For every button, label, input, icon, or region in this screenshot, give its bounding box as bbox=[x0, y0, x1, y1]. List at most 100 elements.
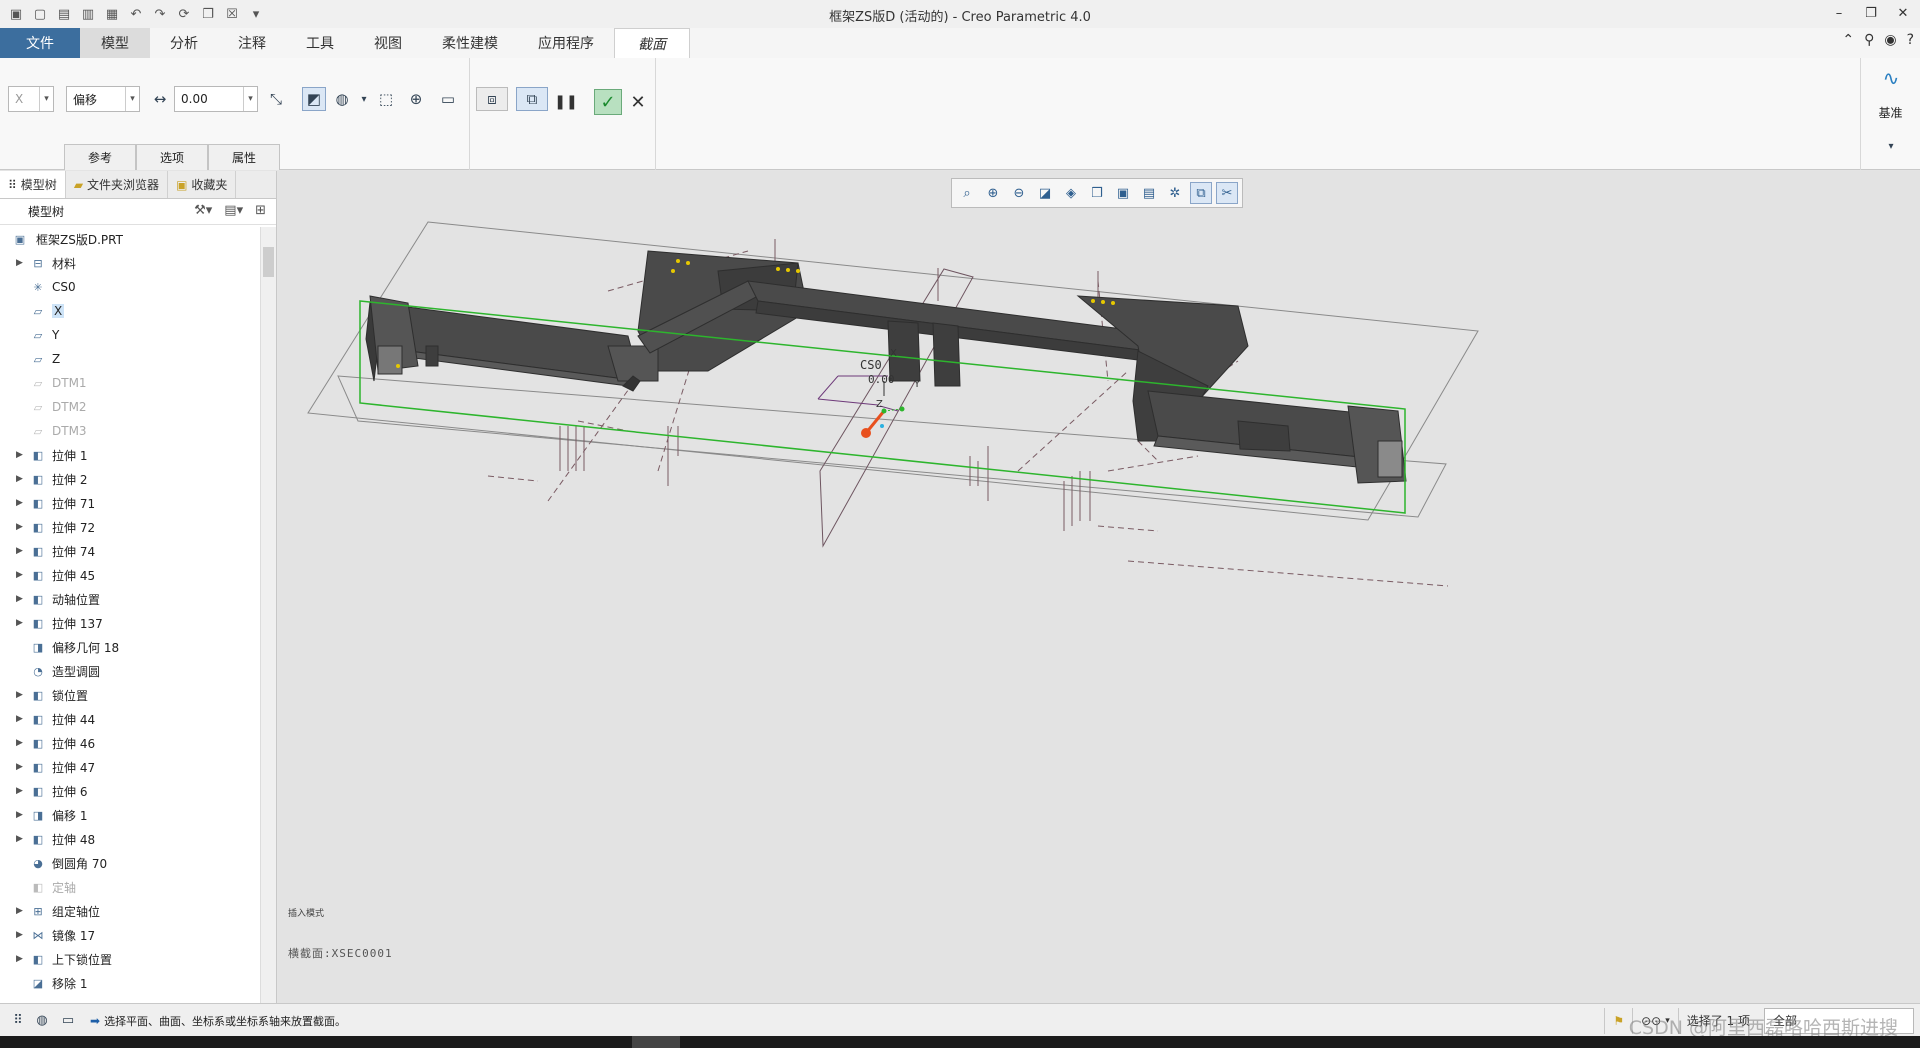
tree-item[interactable]: ◨ 偏移几何 18 bbox=[0, 635, 254, 659]
tree-item[interactable]: ▱ DTM3 bbox=[0, 419, 254, 443]
browser-toggle-icon[interactable]: ◍ bbox=[32, 1010, 52, 1030]
perspective-icon[interactable]: ▤ bbox=[1138, 182, 1160, 204]
expand-arrow-icon[interactable]: ▶ bbox=[16, 786, 26, 796]
scrollbar-thumb[interactable] bbox=[263, 247, 274, 277]
tree-item[interactable]: ◔ 造型调圆 bbox=[0, 659, 254, 683]
tree-item[interactable]: ▶ ◧ 拉伸 137 bbox=[0, 611, 254, 635]
zoom-out-icon[interactable]: ⊖ bbox=[1008, 182, 1030, 204]
tab-section[interactable]: 截面 bbox=[614, 28, 690, 58]
navigator-toggle-icon[interactable]: ⠿ bbox=[8, 1010, 28, 1030]
tab-model-tree[interactable]: ⠿ 模型树 bbox=[0, 171, 66, 198]
model-scene[interactable]: CS0 X Y Z 0.00 bbox=[278, 171, 1920, 1003]
tree-item[interactable]: ▱ Z bbox=[0, 347, 254, 371]
expand-arrow-icon[interactable]: ▶ bbox=[16, 546, 26, 556]
expand-arrow-icon[interactable]: ▶ bbox=[16, 834, 26, 844]
annotation-display-icon[interactable]: ⧉ bbox=[1190, 182, 1212, 204]
settings-icon[interactable]: ⚒▾ bbox=[194, 203, 212, 218]
zoom-in-icon[interactable]: ⊕ bbox=[982, 182, 1004, 204]
restore-icon[interactable]: ❐ bbox=[1862, 4, 1880, 22]
tree-item[interactable]: ▱ DTM1 bbox=[0, 371, 254, 395]
subtab-references[interactable]: 参考 bbox=[64, 144, 136, 170]
expand-arrow-icon[interactable]: ▶ bbox=[16, 906, 26, 916]
expand-arrow-icon[interactable]: ▶ bbox=[16, 714, 26, 724]
tree-item[interactable]: ▶ ◧ 拉伸 6 bbox=[0, 779, 254, 803]
tree-item[interactable]: ▶ ◧ 锁位置 bbox=[0, 683, 254, 707]
part-icon: ▣ bbox=[14, 232, 26, 246]
expand-arrow-icon[interactable]: ▶ bbox=[16, 522, 26, 532]
tree-item[interactable]: ▶ ◧ 拉伸 45 bbox=[0, 563, 254, 587]
show-icon[interactable]: ▤▾ bbox=[224, 203, 243, 218]
tree-item[interactable]: ▶ ◧ 拉伸 48 bbox=[0, 827, 254, 851]
help-icon[interactable]: ? bbox=[1907, 32, 1914, 48]
navigator-tabs: ⠿ 模型树 ▰ 文件夹浏览器 ▣ 收藏夹 bbox=[0, 171, 276, 199]
minimize-icon[interactable]: – bbox=[1830, 4, 1848, 22]
expand-arrow-icon[interactable]: ▶ bbox=[16, 474, 26, 484]
datum-curve-icon[interactable]: ∿ bbox=[1879, 66, 1903, 90]
fullscreen-icon[interactable]: ▭ bbox=[58, 1010, 78, 1030]
tree-item[interactable]: ▶ ◨ 偏移 1 bbox=[0, 803, 254, 827]
expand-arrow-icon[interactable]: ▶ bbox=[16, 570, 26, 580]
tab-applications[interactable]: 应用程序 bbox=[518, 28, 614, 58]
graphics-window[interactable]: CS0 X Y Z 0.00 ⌕ ⊕ ⊖ ◪ ◈ ❒ ▣ ▤ ✲ ⧉ ✂ 插入模… bbox=[278, 171, 1920, 1003]
tab-folder-browser[interactable]: ▰ 文件夹浏览器 bbox=[66, 171, 169, 198]
subtab-options[interactable]: 选项 bbox=[136, 144, 208, 170]
tab-analysis[interactable]: 分析 bbox=[150, 28, 218, 58]
tab-favorites[interactable]: ▣ 收藏夹 bbox=[168, 171, 237, 198]
subtab-properties[interactable]: 属性 bbox=[208, 144, 280, 170]
tab-tools[interactable]: 工具 bbox=[286, 28, 354, 58]
refit-icon[interactable]: ⌕ bbox=[956, 182, 978, 204]
tree-item[interactable]: ▶ ◧ 拉伸 44 bbox=[0, 707, 254, 731]
tree-item[interactable]: ▱ Y bbox=[0, 323, 254, 347]
tree-item[interactable]: ▱ X bbox=[0, 299, 254, 323]
tree-item[interactable]: ▱ DTM2 bbox=[0, 395, 254, 419]
expand-arrow-icon[interactable]: ▶ bbox=[16, 618, 26, 628]
view-manager-icon[interactable]: ▣ bbox=[1112, 182, 1134, 204]
expand-arrow-icon[interactable]: ▶ bbox=[16, 594, 26, 604]
datum-button-label[interactable]: 基准 bbox=[1861, 104, 1920, 121]
tab-flexible-modeling[interactable]: 柔性建模 bbox=[422, 28, 518, 58]
tree-item[interactable]: ▶ ◧ 上下锁位置 bbox=[0, 947, 254, 971]
tree-item[interactable]: ▶ ◧ 拉伸 46 bbox=[0, 731, 254, 755]
tree-item[interactable]: ▶ ◧ 动轴位置 bbox=[0, 587, 254, 611]
expand-arrow-icon[interactable]: ▶ bbox=[16, 498, 26, 508]
chevron-down-icon[interactable]: ▾ bbox=[1879, 134, 1903, 158]
tree-item[interactable]: ▶ ⊞ 组定轴位 bbox=[0, 899, 254, 923]
repaint-icon[interactable]: ◪ bbox=[1034, 182, 1056, 204]
community-icon[interactable]: ◉ bbox=[1884, 32, 1896, 48]
tree-scrollbar[interactable] bbox=[260, 227, 276, 1003]
datum-display-icon[interactable]: ✲ bbox=[1164, 182, 1186, 204]
tree-item[interactable]: ◧ 定轴 bbox=[0, 875, 254, 899]
collapse-ribbon-icon[interactable]: ⌃ bbox=[1842, 32, 1854, 48]
tree-item[interactable]: ▶ ◧ 拉伸 72 bbox=[0, 515, 254, 539]
tab-model[interactable]: 模型 bbox=[80, 28, 150, 58]
tab-annotate[interactable]: 注释 bbox=[218, 28, 286, 58]
filter-icon[interactable]: ⊞ bbox=[255, 203, 266, 218]
tree-item[interactable]: ▶ ⋈ 镜像 17 bbox=[0, 923, 254, 947]
tree-item[interactable]: ▶ ◧ 拉伸 74 bbox=[0, 539, 254, 563]
display-style-icon[interactable]: ◈ bbox=[1060, 182, 1082, 204]
expand-arrow-icon[interactable]: ▶ bbox=[16, 738, 26, 748]
tree-item[interactable]: ▣ 框架ZS版D.PRT bbox=[0, 227, 254, 251]
expand-arrow-icon[interactable]: ▶ bbox=[16, 762, 26, 772]
spin-center-icon[interactable]: ✂ bbox=[1216, 182, 1238, 204]
extrude-icon: ◧ bbox=[32, 760, 44, 774]
tab-file[interactable]: 文件 bbox=[0, 28, 80, 58]
expand-arrow-icon[interactable]: ▶ bbox=[16, 690, 26, 700]
tree-item[interactable]: ▶ ◧ 拉伸 1 bbox=[0, 443, 254, 467]
tree-item[interactable]: ▶ ⊟ 材料 bbox=[0, 251, 254, 275]
expand-arrow-icon[interactable]: ▶ bbox=[16, 450, 26, 460]
expand-arrow-icon[interactable]: ▶ bbox=[16, 954, 26, 964]
tree-item[interactable]: ✳ CS0 bbox=[0, 275, 254, 299]
close-icon[interactable]: ✕ bbox=[1894, 4, 1912, 22]
expand-arrow-icon[interactable]: ▶ bbox=[16, 810, 26, 820]
expand-arrow-icon[interactable]: ▶ bbox=[16, 258, 26, 268]
expand-arrow-icon[interactable]: ▶ bbox=[16, 930, 26, 940]
tree-item[interactable]: ▶ ◧ 拉伸 47 bbox=[0, 755, 254, 779]
tab-view[interactable]: 视图 bbox=[354, 28, 422, 58]
tree-item[interactable]: ◪ 移除 1 bbox=[0, 971, 254, 995]
saved-views-icon[interactable]: ❒ bbox=[1086, 182, 1108, 204]
tree-item[interactable]: ▶ ◧ 拉伸 2 bbox=[0, 467, 254, 491]
tree-item[interactable]: ◕ 倒圆角 70 bbox=[0, 851, 254, 875]
tree-item[interactable]: ▶ ◧ 拉伸 71 bbox=[0, 491, 254, 515]
search-icon[interactable]: ⚲ bbox=[1864, 32, 1874, 48]
